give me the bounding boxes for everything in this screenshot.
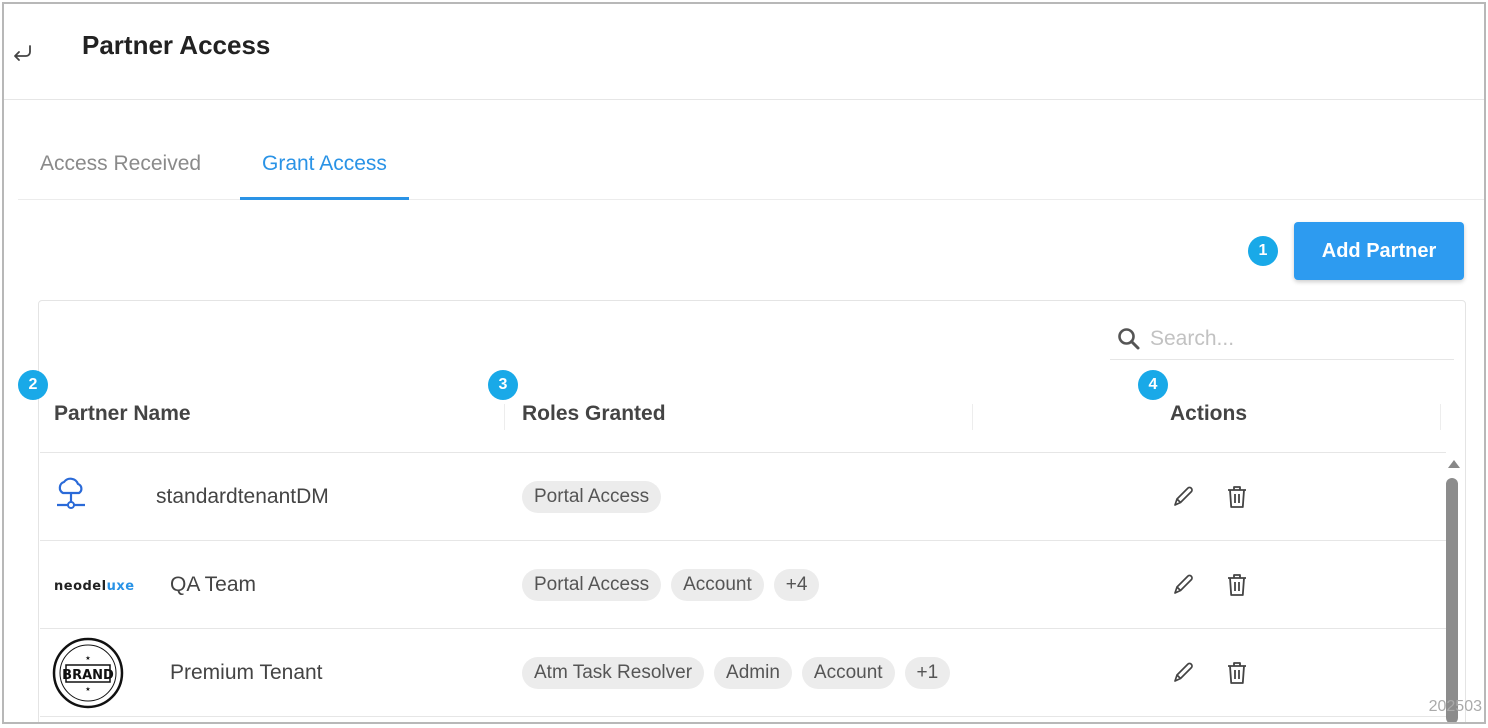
edit-pencil-icon[interactable]	[1170, 571, 1196, 599]
page-header: Partner Access	[4, 4, 1484, 100]
svg-text:★: ★	[85, 686, 90, 693]
footer-id: 202503	[1428, 698, 1482, 715]
column-divider[interactable]	[972, 404, 973, 430]
add-partner-button[interactable]: Add Partner	[1294, 222, 1464, 280]
row-actions	[1170, 483, 1250, 511]
tab-access-received[interactable]: Access Received	[40, 152, 201, 200]
table-row[interactable]: standardtenantDM Portal Access	[40, 453, 1446, 541]
edit-pencil-icon[interactable]	[1170, 659, 1196, 687]
return-arrow-icon[interactable]	[10, 40, 36, 66]
column-header-partner-name[interactable]: Partner Name	[54, 402, 191, 426]
row-actions	[1170, 571, 1250, 599]
table-row[interactable]: BRAND ★ ★ Premium Tenant Atm Task Resolv…	[40, 629, 1446, 717]
column-header-roles-granted[interactable]: Roles Granted	[522, 402, 666, 426]
neodeluxe-logo: neodeluxe	[54, 579, 135, 594]
page-title: Partner Access	[82, 30, 271, 60]
more-roles-chip[interactable]: +1	[904, 657, 951, 689]
search-box[interactable]	[1110, 318, 1454, 360]
scroll-up-arrow[interactable]	[1448, 460, 1460, 468]
role-chip: Account	[671, 569, 764, 601]
tab-bar: Access Received Grant Access	[18, 144, 1484, 200]
delete-trash-icon[interactable]	[1224, 571, 1250, 599]
step-badge-3: 3	[488, 370, 518, 400]
brand-seal-logo: BRAND ★ ★	[52, 637, 124, 709]
delete-trash-icon[interactable]	[1224, 483, 1250, 511]
column-header-actions: Actions	[1170, 402, 1248, 425]
tab-grant-access[interactable]: Grant Access	[240, 152, 409, 200]
svg-text:BRAND: BRAND	[62, 668, 114, 683]
partner-name: standardtenantDM	[156, 485, 329, 508]
edit-pencil-icon[interactable]	[1170, 483, 1196, 511]
search-icon	[1118, 327, 1140, 349]
roles-list: Portal Access Account +4	[522, 569, 978, 601]
column-divider[interactable]	[504, 404, 505, 430]
step-badge-4: 4	[1138, 370, 1168, 400]
partner-name: Premium Tenant	[170, 661, 323, 684]
more-roles-chip[interactable]: +4	[773, 569, 820, 601]
app-window: Partner Access Access Received Grant Acc…	[2, 2, 1486, 724]
column-divider[interactable]	[1440, 404, 1441, 430]
partner-name: QA Team	[170, 573, 256, 596]
row-actions	[1170, 659, 1250, 687]
step-badge-2: 2	[18, 370, 48, 400]
scrollbar-thumb[interactable]	[1446, 478, 1458, 722]
roles-list: Atm Task Resolver Admin Account +1	[522, 657, 978, 689]
roles-list: Portal Access	[522, 481, 978, 513]
step-badge-1: 1	[1248, 236, 1278, 266]
role-chip: Admin	[714, 657, 792, 689]
role-chip: Portal Access	[522, 481, 662, 513]
svg-text:★: ★	[85, 655, 90, 662]
table-row[interactable]: neodeluxe QA Team Portal Access Account …	[40, 541, 1446, 629]
delete-trash-icon[interactable]	[1224, 659, 1250, 687]
role-chip: Account	[801, 657, 895, 689]
role-chip: Portal Access	[522, 569, 662, 601]
role-chip: Atm Task Resolver	[522, 657, 705, 689]
search-input[interactable]	[1150, 326, 1430, 351]
cloud-network-icon	[57, 477, 85, 509]
